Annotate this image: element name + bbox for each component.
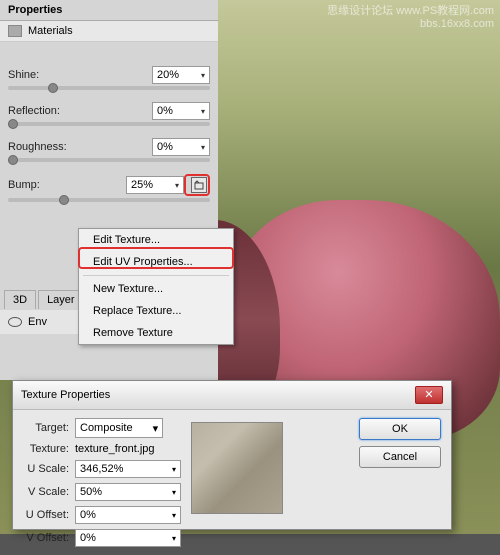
shine-row: Shine: 20%▾ bbox=[0, 60, 218, 86]
folder-icon bbox=[194, 180, 204, 190]
shine-label: Shine: bbox=[8, 69, 39, 81]
menu-replace-texture[interactable]: Replace Texture... bbox=[79, 300, 233, 322]
reflection-input[interactable]: 0%▾ bbox=[152, 102, 210, 120]
watermark: 思缘设计论坛 www.PS教程网.com bbs.16xx8.com bbox=[327, 2, 494, 30]
texture-preview bbox=[191, 422, 283, 514]
bottom-tabs: 3D Layer bbox=[0, 288, 88, 311]
shine-input[interactable]: 20%▾ bbox=[152, 66, 210, 84]
reflection-slider[interactable] bbox=[8, 122, 210, 126]
env-label: Env bbox=[28, 316, 47, 328]
materials-label: Materials bbox=[28, 25, 73, 37]
menu-separator bbox=[83, 275, 229, 276]
slider-thumb[interactable] bbox=[59, 195, 69, 205]
bump-input[interactable]: 25%▾ bbox=[126, 176, 184, 194]
target-row: Target: Composite▾ bbox=[21, 418, 181, 438]
materials-icon bbox=[8, 25, 22, 37]
chevron-down-icon[interactable]: ▾ bbox=[153, 422, 159, 435]
reflection-label: Reflection: bbox=[8, 105, 60, 117]
menu-remove-texture[interactable]: Remove Texture bbox=[79, 322, 233, 344]
texture-row: Texture: texture_front.jpg bbox=[21, 443, 181, 455]
tab-3d[interactable]: 3D bbox=[4, 290, 36, 309]
texture-properties-dialog: Texture Properties ✕ Target: Composite▾ … bbox=[12, 380, 452, 530]
slider-thumb[interactable] bbox=[8, 119, 18, 129]
u-offset-label: U Offset: bbox=[21, 509, 69, 521]
shine-slider[interactable] bbox=[8, 86, 210, 90]
roughness-row: Roughness: 0%▾ bbox=[0, 132, 218, 158]
v-scale-row: V Scale: 50%▾ bbox=[21, 483, 181, 501]
roughness-input[interactable]: 0%▾ bbox=[152, 138, 210, 156]
chevron-down-icon[interactable]: ▾ bbox=[201, 143, 205, 152]
chevron-down-icon[interactable]: ▾ bbox=[201, 71, 205, 80]
chevron-down-icon[interactable]: ▾ bbox=[172, 534, 176, 543]
bump-slider[interactable] bbox=[8, 198, 210, 202]
close-button[interactable]: ✕ bbox=[415, 386, 443, 404]
dialog-titlebar[interactable]: Texture Properties ✕ bbox=[13, 381, 451, 410]
chevron-down-icon[interactable]: ▾ bbox=[172, 488, 176, 497]
u-offset-row: U Offset: 0%▾ bbox=[21, 506, 181, 524]
u-scale-label: U Scale: bbox=[21, 463, 69, 475]
cancel-button[interactable]: Cancel bbox=[359, 446, 441, 468]
eye-icon[interactable] bbox=[8, 317, 22, 327]
v-offset-input[interactable]: 0%▾ bbox=[75, 529, 181, 547]
bump-row: Bump: 25%▾ bbox=[0, 168, 218, 198]
v-scale-label: V Scale: bbox=[21, 486, 69, 498]
reflection-row: Reflection: 0%▾ bbox=[0, 96, 218, 122]
slider-thumb[interactable] bbox=[8, 155, 18, 165]
roughness-label: Roughness: bbox=[8, 141, 67, 153]
tab-layer[interactable]: Layer bbox=[38, 290, 84, 309]
roughness-slider[interactable] bbox=[8, 158, 210, 162]
texture-label: Texture: bbox=[21, 443, 69, 455]
target-select[interactable]: Composite▾ bbox=[75, 418, 163, 438]
menu-new-texture[interactable]: New Texture... bbox=[79, 278, 233, 300]
chevron-down-icon[interactable]: ▾ bbox=[172, 465, 176, 474]
texture-filename: texture_front.jpg bbox=[75, 443, 155, 455]
ok-button[interactable]: OK bbox=[359, 418, 441, 440]
chevron-down-icon[interactable]: ▾ bbox=[201, 107, 205, 116]
properties-tab[interactable]: Properties bbox=[0, 0, 218, 21]
u-scale-row: U Scale: 346,52%▾ bbox=[21, 460, 181, 478]
u-scale-input[interactable]: 346,52%▾ bbox=[75, 460, 181, 478]
menu-edit-texture[interactable]: Edit Texture... bbox=[79, 229, 233, 251]
menu-edit-uv-properties[interactable]: Edit UV Properties... bbox=[79, 251, 233, 273]
bump-texture-button[interactable] bbox=[191, 177, 207, 193]
v-offset-row: V Offset: 0%▾ bbox=[21, 529, 181, 547]
u-offset-input[interactable]: 0%▾ bbox=[75, 506, 181, 524]
slider-thumb[interactable] bbox=[48, 83, 58, 93]
bump-texture-highlight bbox=[184, 174, 210, 196]
v-scale-input[interactable]: 50%▾ bbox=[75, 483, 181, 501]
target-label: Target: bbox=[21, 422, 69, 434]
context-menu: Edit Texture... Edit UV Properties... Ne… bbox=[78, 228, 234, 345]
chevron-down-icon[interactable]: ▾ bbox=[175, 181, 179, 190]
materials-header[interactable]: Materials bbox=[0, 21, 218, 42]
bump-label: Bump: bbox=[8, 179, 40, 191]
dialog-title: Texture Properties bbox=[21, 389, 110, 401]
chevron-down-icon[interactable]: ▾ bbox=[172, 511, 176, 520]
